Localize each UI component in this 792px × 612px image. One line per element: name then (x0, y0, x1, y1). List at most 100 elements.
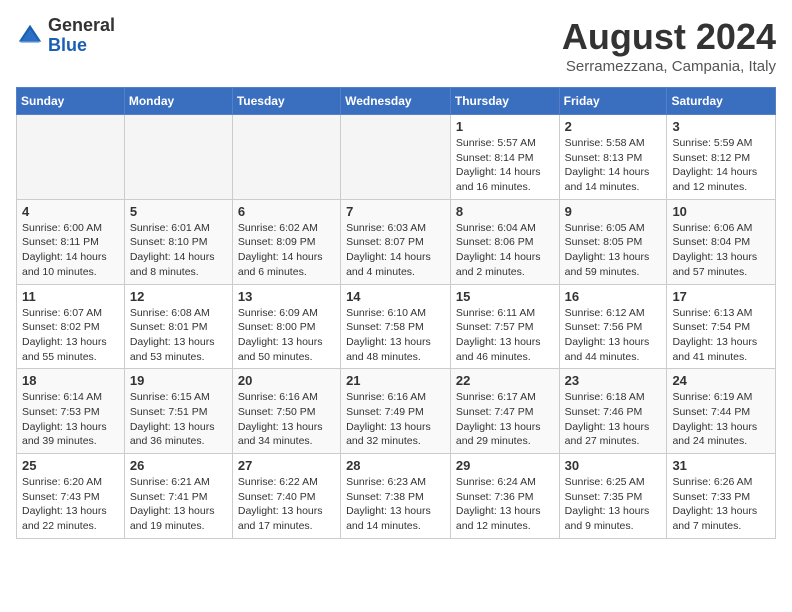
day-cell: 19Sunrise: 6:15 AM Sunset: 7:51 PM Dayli… (124, 369, 232, 454)
column-header-sunday: Sunday (17, 88, 125, 115)
day-number: 28 (346, 458, 445, 473)
day-number: 11 (22, 289, 119, 304)
page-header: General Blue August 2024 Serramezzana, C… (16, 16, 776, 75)
day-number: 25 (22, 458, 119, 473)
day-cell (232, 115, 340, 200)
day-info: Sunrise: 6:10 AM Sunset: 7:58 PM Dayligh… (346, 306, 445, 365)
day-cell: 2Sunrise: 5:58 AM Sunset: 8:13 PM Daylig… (559, 115, 667, 200)
logo-blue-text: Blue (48, 35, 87, 55)
day-cell: 23Sunrise: 6:18 AM Sunset: 7:46 PM Dayli… (559, 369, 667, 454)
day-info: Sunrise: 6:02 AM Sunset: 8:09 PM Dayligh… (238, 221, 335, 280)
column-header-tuesday: Tuesday (232, 88, 340, 115)
day-cell: 12Sunrise: 6:08 AM Sunset: 8:01 PM Dayli… (124, 284, 232, 369)
day-info: Sunrise: 6:16 AM Sunset: 7:49 PM Dayligh… (346, 390, 445, 449)
day-number: 9 (565, 204, 662, 219)
day-cell: 14 Sunrise: 6:10 AM Sunset: 7:58 PM Dayli… (341, 284, 451, 369)
day-info: Sunrise: 6:00 AM Sunset: 8:11 PM Dayligh… (22, 221, 119, 280)
logo: General Blue (16, 16, 115, 56)
calendar-header: SundayMondayTuesdayWednesdayThursdayFrid… (17, 88, 776, 115)
day-cell: 6Sunrise: 6:02 AM Sunset: 8:09 PM Daylig… (232, 199, 340, 284)
day-cell: 25 Sunrise: 6:20 AM Sunset: 7:43 PM Dayli… (17, 454, 125, 539)
header-row: SundayMondayTuesdayWednesdayThursdayFrid… (17, 88, 776, 115)
day-number: 18 (22, 373, 119, 388)
day-cell: 26 Sunrise: 6:21 AM Sunset: 7:41 PM Dayli… (124, 454, 232, 539)
day-cell: 11 Sunrise: 6:07 AM Sunset: 8:02 PM Dayli… (17, 284, 125, 369)
day-cell: 22 Sunrise: 6:17 AM Sunset: 7:47 PM Dayli… (450, 369, 559, 454)
day-cell (124, 115, 232, 200)
day-info: Sunrise: 6:22 AM Sunset: 7:40 PM Dayligh… (238, 475, 335, 534)
day-info: Sunrise: 6:16 AM Sunset: 7:50 PM Dayligh… (238, 390, 335, 449)
column-header-monday: Monday (124, 88, 232, 115)
day-cell: 20 Sunrise: 6:16 AM Sunset: 7:50 PM Dayli… (232, 369, 340, 454)
day-info: Sunrise: 6:19 AM Sunset: 7:44 PM Dayligh… (672, 390, 770, 449)
day-info: Sunrise: 5:57 AM Sunset: 8:14 PM Dayligh… (456, 136, 554, 195)
day-number: 15 (456, 289, 554, 304)
day-cell: 17 Sunrise: 6:13 AM Sunset: 7:54 PM Dayli… (667, 284, 776, 369)
day-info: Sunrise: 6:14 AM Sunset: 7:53 PM Dayligh… (22, 390, 119, 449)
day-number: 21 (346, 373, 445, 388)
day-cell: 3 Sunrise: 5:59 AM Sunset: 8:12 PM Daylig… (667, 115, 776, 200)
day-cell: 24 Sunrise: 6:19 AM Sunset: 7:44 PM Dayli… (667, 369, 776, 454)
week-row-2: 4 Sunrise: 6:00 AM Sunset: 8:11 PM Daylig… (17, 199, 776, 284)
day-info: Sunrise: 5:59 AM Sunset: 8:12 PM Dayligh… (672, 136, 770, 195)
day-number: 7 (346, 204, 445, 219)
day-info: Sunrise: 6:13 AM Sunset: 7:54 PM Dayligh… (672, 306, 770, 365)
day-cell: 1 Sunrise: 5:57 AM Sunset: 8:14 PM Daylig… (450, 115, 559, 200)
calendar-table: SundayMondayTuesdayWednesdayThursdayFrid… (16, 87, 776, 539)
day-info: Sunrise: 6:06 AM Sunset: 8:04 PM Dayligh… (672, 221, 770, 280)
week-row-1: 1 Sunrise: 5:57 AM Sunset: 8:14 PM Daylig… (17, 115, 776, 200)
day-number: 29 (456, 458, 554, 473)
day-cell: 29Sunrise: 6:24 AM Sunset: 7:36 PM Dayli… (450, 454, 559, 539)
day-cell: 18 Sunrise: 6:14 AM Sunset: 7:53 PM Dayli… (17, 369, 125, 454)
week-row-4: 18 Sunrise: 6:14 AM Sunset: 7:53 PM Dayli… (17, 369, 776, 454)
column-header-wednesday: Wednesday (341, 88, 451, 115)
day-number: 1 (456, 119, 554, 134)
day-info: Sunrise: 6:20 AM Sunset: 7:43 PM Dayligh… (22, 475, 119, 534)
day-cell: 16Sunrise: 6:12 AM Sunset: 7:56 PM Dayli… (559, 284, 667, 369)
title-block: August 2024 Serramezzana, Campania, Ital… (562, 16, 776, 75)
day-info: Sunrise: 6:05 AM Sunset: 8:05 PM Dayligh… (565, 221, 662, 280)
day-info: Sunrise: 6:18 AM Sunset: 7:46 PM Dayligh… (565, 390, 662, 449)
day-cell: 10 Sunrise: 6:06 AM Sunset: 8:04 PM Dayli… (667, 199, 776, 284)
day-cell: 31Sunrise: 6:26 AM Sunset: 7:33 PM Dayli… (667, 454, 776, 539)
logo-general-text: General (48, 15, 115, 35)
day-number: 17 (672, 289, 770, 304)
day-number: 19 (130, 373, 227, 388)
column-header-saturday: Saturday (667, 88, 776, 115)
day-cell: 30 Sunrise: 6:25 AM Sunset: 7:35 PM Dayli… (559, 454, 667, 539)
day-number: 13 (238, 289, 335, 304)
day-info: Sunrise: 6:09 AM Sunset: 8:00 PM Dayligh… (238, 306, 335, 365)
day-cell (341, 115, 451, 200)
column-header-friday: Friday (559, 88, 667, 115)
column-header-thursday: Thursday (450, 88, 559, 115)
day-info: Sunrise: 6:21 AM Sunset: 7:41 PM Dayligh… (130, 475, 227, 534)
day-info: Sunrise: 6:04 AM Sunset: 8:06 PM Dayligh… (456, 221, 554, 280)
day-cell: 13 Sunrise: 6:09 AM Sunset: 8:00 PM Dayli… (232, 284, 340, 369)
day-number: 16 (565, 289, 662, 304)
day-number: 20 (238, 373, 335, 388)
day-number: 26 (130, 458, 227, 473)
day-number: 30 (565, 458, 662, 473)
day-number: 22 (456, 373, 554, 388)
day-cell: 4 Sunrise: 6:00 AM Sunset: 8:11 PM Daylig… (17, 199, 125, 284)
day-cell: 8 Sunrise: 6:04 AM Sunset: 8:06 PM Daylig… (450, 199, 559, 284)
day-number: 14 (346, 289, 445, 304)
day-info: Sunrise: 6:17 AM Sunset: 7:47 PM Dayligh… (456, 390, 554, 449)
day-info: Sunrise: 6:26 AM Sunset: 7:33 PM Dayligh… (672, 475, 770, 534)
day-number: 10 (672, 204, 770, 219)
day-cell: 15Sunrise: 6:11 AM Sunset: 7:57 PM Dayli… (450, 284, 559, 369)
day-cell (17, 115, 125, 200)
calendar-title: August 2024 (562, 16, 776, 58)
day-number: 27 (238, 458, 335, 473)
day-info: Sunrise: 5:58 AM Sunset: 8:13 PM Dayligh… (565, 136, 662, 195)
day-info: Sunrise: 6:07 AM Sunset: 8:02 PM Dayligh… (22, 306, 119, 365)
logo-icon (16, 22, 44, 50)
day-number: 4 (22, 204, 119, 219)
day-number: 3 (672, 119, 770, 134)
day-cell: 21 Sunrise: 6:16 AM Sunset: 7:49 PM Dayli… (341, 369, 451, 454)
day-cell: 7 Sunrise: 6:03 AM Sunset: 8:07 PM Daylig… (341, 199, 451, 284)
day-number: 8 (456, 204, 554, 219)
day-info: Sunrise: 6:25 AM Sunset: 7:35 PM Dayligh… (565, 475, 662, 534)
day-number: 24 (672, 373, 770, 388)
day-info: Sunrise: 6:03 AM Sunset: 8:07 PM Dayligh… (346, 221, 445, 280)
